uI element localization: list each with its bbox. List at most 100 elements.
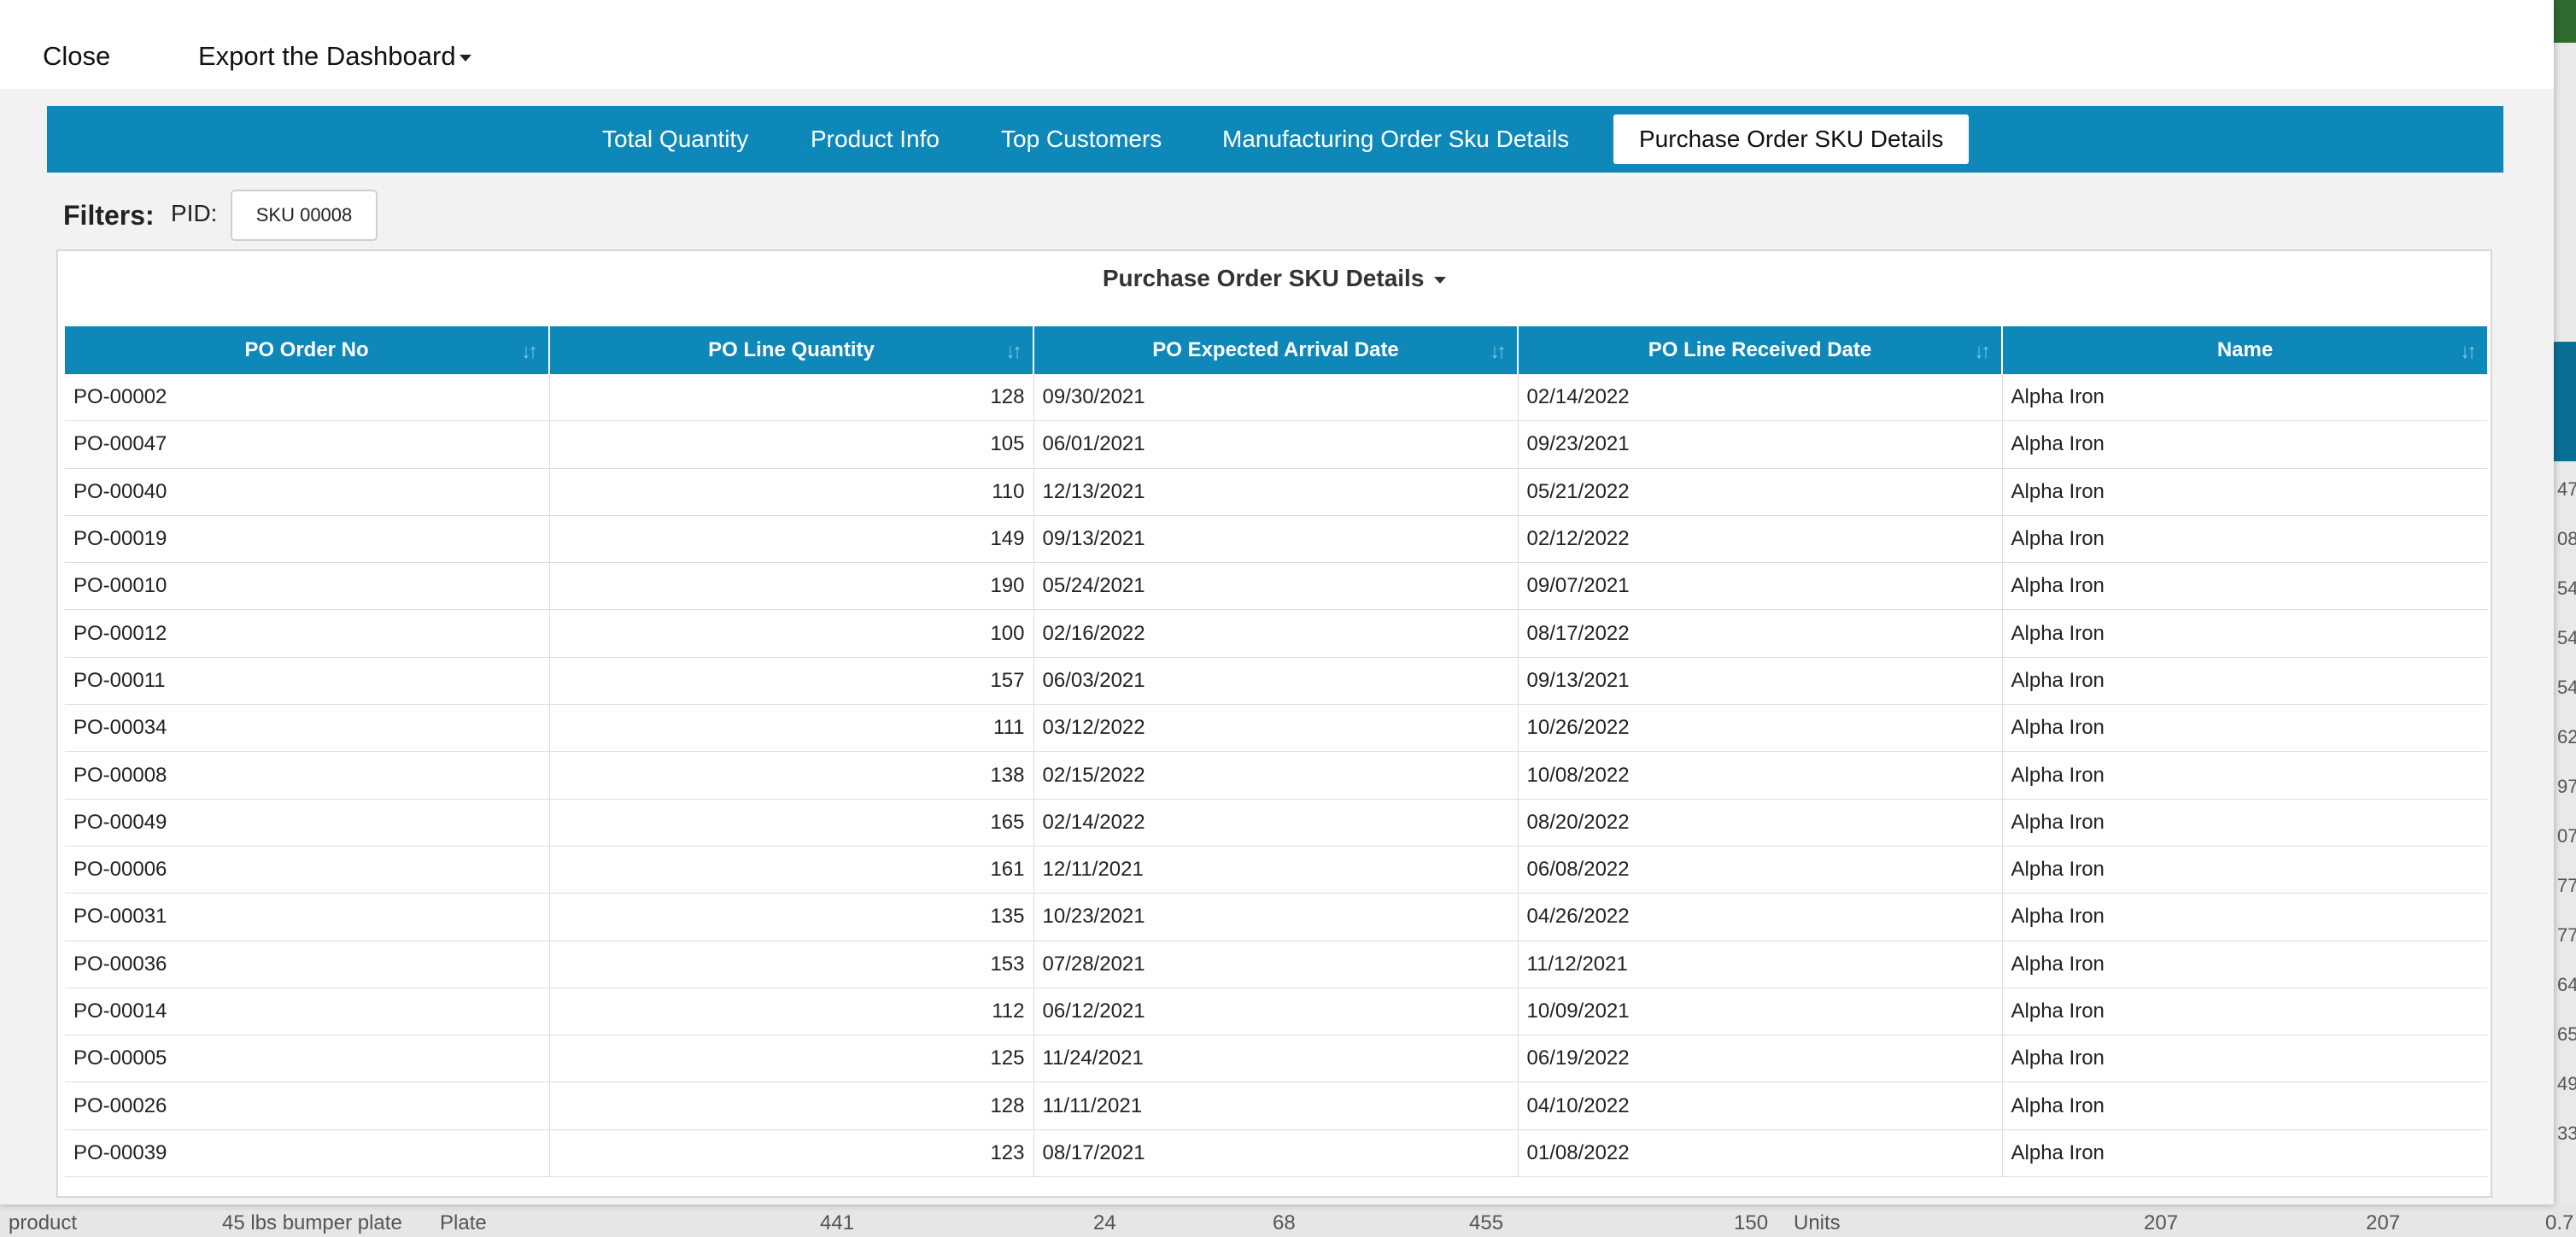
table-cell: PO-00005	[65, 1035, 550, 1083]
table-cell: Alpha Iron	[2002, 799, 2487, 847]
table-cell: 06/08/2022	[1518, 846, 2003, 894]
table-cell: 128	[549, 1082, 1034, 1130]
background-cell: 0.7	[2545, 1211, 2574, 1234]
table-cell: 09/13/2021	[1518, 657, 2003, 706]
table-cell: 06/03/2021	[1033, 657, 1519, 706]
column-header-po-order-no[interactable]: PO Order No ↓↑	[65, 326, 550, 374]
table-cell: 105	[549, 420, 1034, 469]
table-cell: Alpha Iron	[2002, 657, 2487, 706]
background-dashboard-edge: 47 08 54 54 54 62 97 07 77 77 64 65 49 33	[2554, 0, 2576, 1237]
table-row[interactable]: PO-00011 157 06/03/2021 09/13/2021 Alpha Iro…	[65, 657, 2487, 706]
tab-manufacturing-order-sku-details[interactable]: Manufacturing Order Sku Details	[1222, 114, 1569, 164]
table-row[interactable]: PO-00006 161 12/11/2021 06/08/2022 Alpha Iro…	[65, 846, 2487, 894]
column-header-label: PO Order No	[244, 338, 369, 361]
background-number: 64	[2557, 974, 2576, 995]
table-cell: 128	[549, 374, 1034, 422]
background-cell: 150	[1734, 1211, 1769, 1234]
table-row[interactable]: PO-00008 138 02/15/2022 10/08/2022 Alpha Iro…	[65, 751, 2487, 800]
table-row[interactable]: PO-00002 128 09/30/2021 02/14/2022 Alpha Iro…	[65, 374, 2487, 422]
table-cell: 04/10/2022	[1518, 1082, 2003, 1130]
sort-icon[interactable]: ↓↑	[2460, 340, 2477, 364]
background-cell: 207	[2366, 1211, 2401, 1234]
table-cell: Alpha Iron	[2002, 420, 2487, 469]
table-cell: 06/01/2021	[1033, 420, 1519, 469]
background-number: 54	[2557, 677, 2576, 698]
table-cell: PO-00008	[65, 751, 550, 800]
column-header-label: Name	[2216, 338, 2274, 361]
table-cell: Alpha Iron	[2002, 893, 2487, 941]
filters-label: Filters:	[63, 200, 155, 231]
table-cell: 09/07/2021	[1518, 562, 2003, 611]
table-row[interactable]: PO-00005 125 11/24/2021 06/19/2022 Alpha Iro…	[65, 1035, 2487, 1083]
tab-top-customers[interactable]: Top Customers	[1001, 114, 1162, 164]
table-cell: 111	[549, 704, 1034, 753]
sort-icon[interactable]: ↓↑	[1005, 340, 1022, 364]
tab-product-info[interactable]: Product Info	[811, 114, 940, 164]
dashboard-modal: Close Export the Dashboard Total Quantit…	[0, 0, 2554, 1205]
background-cell: 68	[1273, 1211, 1296, 1234]
panel-title-dropdown[interactable]: Purchase Order SKU Details	[58, 265, 2491, 292]
column-header-po-line-received-date[interactable]: PO Line Received Date ↓↑	[1518, 326, 2003, 374]
table-row[interactable]: PO-00019 149 09/13/2021 02/12/2022 Alpha Iro…	[65, 515, 2487, 564]
table-cell: PO-00010	[65, 562, 550, 611]
table-row[interactable]: PO-00039 123 08/17/2021 01/08/2022 Alpha Iro…	[65, 1129, 2487, 1178]
table-cell: 157	[549, 657, 1034, 706]
background-number: 54	[2557, 577, 2576, 599]
table-cell: Alpha Iron	[2002, 846, 2487, 894]
close-button[interactable]: Close	[43, 41, 110, 72]
column-header-po-expected-arrival-date[interactable]: PO Expected Arrival Date ↓↑	[1033, 326, 1519, 374]
table-cell: 08/20/2022	[1518, 799, 2003, 847]
table-cell: 02/15/2022	[1033, 751, 1519, 800]
table-row[interactable]: PO-00034 111 03/12/2022 10/26/2022 Alpha Iro…	[65, 704, 2487, 753]
table-cell: PO-00011	[65, 657, 550, 706]
sort-icon[interactable]: ↓↑	[521, 340, 538, 364]
table-cell: PO-00002	[65, 374, 550, 422]
background-tab-strip	[2554, 342, 2576, 461]
panel-title: Purchase Order SKU Details	[1102, 265, 1425, 291]
table-cell: 10/09/2021	[1518, 988, 2003, 1036]
table-cell: 12/11/2021	[1033, 846, 1519, 894]
table-row[interactable]: PO-00026 128 11/11/2021 04/10/2022 Alpha Iro…	[65, 1082, 2487, 1130]
tab-total-quantity[interactable]: Total Quantity	[602, 114, 748, 164]
background-cell: 207	[2144, 1211, 2179, 1234]
table-row[interactable]: PO-00012 100 02/16/2022 08/17/2022 Alpha Iro…	[65, 609, 2487, 658]
table-cell: Alpha Iron	[2002, 988, 2487, 1036]
background-number: 49	[2557, 1073, 2576, 1094]
table-cell: Alpha Iron	[2002, 1082, 2487, 1130]
table-row[interactable]: PO-00040 110 12/13/2021 05/21/2022 Alpha Iro…	[65, 468, 2487, 516]
tab-purchase-order-sku-details[interactable]: Purchase Order SKU Details	[1613, 114, 1970, 164]
table-row[interactable]: PO-00036 153 07/28/2021 11/12/2021 Alpha Iro…	[65, 941, 2487, 988]
table-cell: 190	[549, 562, 1034, 611]
table-row[interactable]: PO-00047 105 06/01/2021 09/23/2021 Alpha Iro…	[65, 420, 2487, 469]
background-number: 07	[2557, 825, 2576, 847]
background-number: 97	[2557, 776, 2576, 797]
export-dashboard-dropdown[interactable]: Export the Dashboard	[198, 41, 471, 72]
sort-icon[interactable]: ↓↑	[1974, 340, 1991, 364]
column-header-po-line-quantity[interactable]: PO Line Quantity ↓↑	[549, 326, 1034, 374]
table-cell: PO-00047	[65, 420, 550, 469]
modal-header: Close Export the Dashboard	[0, 0, 2554, 89]
table-cell: 165	[549, 799, 1034, 847]
table-cell: 12/13/2021	[1033, 468, 1519, 516]
table-cell: 05/24/2021	[1033, 562, 1519, 611]
table-cell: 110	[549, 468, 1034, 516]
caret-down-icon	[1434, 276, 1447, 284]
table-row[interactable]: PO-00031 135 10/23/2021 04/26/2022 Alpha Iro…	[65, 893, 2487, 941]
table-row[interactable]: PO-00014 112 06/12/2021 10/09/2021 Alpha Iro…	[65, 988, 2487, 1036]
background-number: 77	[2557, 875, 2576, 896]
column-header-name[interactable]: Name ↓↑	[2002, 326, 2487, 374]
table-cell: PO-00039	[65, 1129, 550, 1178]
background-cell: 45 lbs bumper plate	[222, 1211, 402, 1234]
sort-icon[interactable]: ↓↑	[1490, 340, 1507, 364]
table-cell: 11/12/2021	[1518, 941, 2003, 988]
pid-filter-chip[interactable]: SKU 00008	[231, 190, 378, 241]
table-cell: 02/14/2022	[1518, 374, 2003, 422]
background-cell: product	[9, 1211, 78, 1234]
column-header-label: PO Line Quantity	[708, 338, 875, 361]
table-cell: PO-00049	[65, 799, 550, 847]
table-cell: PO-00006	[65, 846, 550, 894]
table-cell: PO-00014	[65, 988, 550, 1036]
table-row[interactable]: PO-00010 190 05/24/2021 09/07/2021 Alpha Iro…	[65, 562, 2487, 611]
table-cell: Alpha Iron	[2002, 515, 2487, 564]
table-row[interactable]: PO-00049 165 02/14/2022 08/20/2022 Alpha Iro…	[65, 799, 2487, 847]
